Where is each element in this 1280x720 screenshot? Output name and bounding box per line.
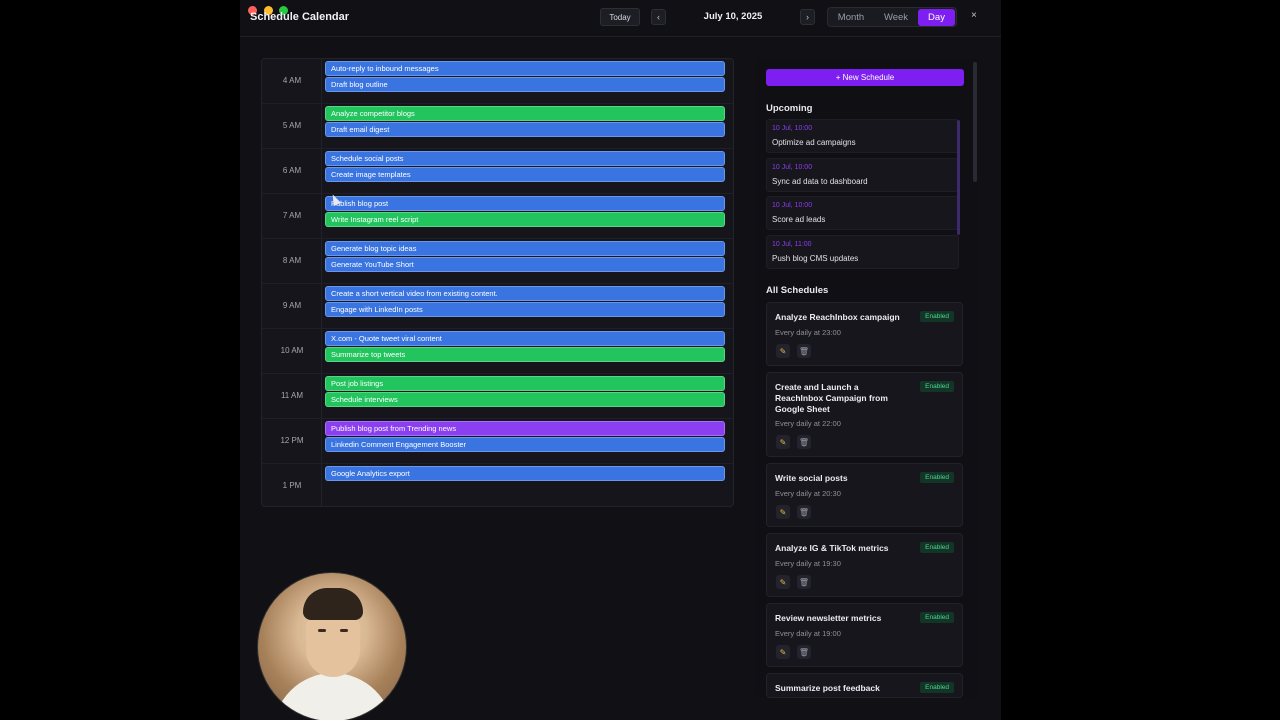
calendar-event[interactable]: Summarize top tweets: [325, 347, 725, 362]
edit-icon[interactable]: ✎: [776, 435, 790, 449]
schedule-frequency: Every daily at 19:30: [775, 559, 841, 568]
calendar-event[interactable]: Engage with LinkedIn posts: [325, 302, 725, 317]
upcoming-item[interactable]: 10 Jul, 10:00 Score ad leads: [766, 196, 959, 230]
calendar-event[interactable]: Create image templates: [325, 167, 725, 182]
view-switcher: Month Week Day: [827, 7, 957, 27]
calendar-event[interactable]: Schedule interviews: [325, 392, 725, 407]
view-month-tab[interactable]: Month: [830, 9, 872, 26]
trash-icon[interactable]: 🗑: [797, 344, 811, 358]
schedule-frequency: Every daily at 22:00: [775, 419, 841, 428]
calendar-event[interactable]: Linkedin Comment Engagement Booster: [325, 437, 725, 452]
app-title: Schedule Calendar: [250, 11, 350, 23]
calendar-event[interactable]: Generate blog topic ideas: [325, 241, 725, 256]
view-week-tab[interactable]: Week: [875, 9, 917, 26]
schedule-name: Analyze ReachInbox campaign: [775, 312, 900, 322]
calendar-event[interactable]: X.com - Quote tweet viral content: [325, 331, 725, 346]
all-schedules-heading: All Schedules: [766, 285, 829, 296]
schedule-name: Create and Launch a ReachInbox Campaign …: [775, 382, 888, 414]
today-button[interactable]: Today: [600, 8, 640, 26]
edit-icon[interactable]: ✎: [776, 575, 790, 589]
schedule-name: Analyze IG & TikTok metrics: [775, 543, 889, 553]
edit-icon[interactable]: ✎: [776, 645, 790, 659]
status-badge: Enabled: [920, 472, 954, 483]
upcoming-scrollbar[interactable]: [957, 120, 960, 235]
status-badge: Enabled: [920, 311, 954, 322]
hour-label: 4 AM: [282, 76, 302, 85]
hour-label: 9 AM: [282, 301, 302, 310]
schedule-name: Write social posts: [775, 473, 848, 483]
schedule-card[interactable]: Review newsletter metrics Enabled Every da…: [766, 603, 963, 667]
hour-label: 8 AM: [282, 256, 302, 265]
close-icon[interactable]: ×: [971, 10, 977, 21]
calendar-event[interactable]: Schedule social posts: [325, 151, 725, 166]
status-badge: Enabled: [920, 542, 954, 553]
schedule-card[interactable]: Create and Launch a ReachInbox Campaign …: [766, 372, 963, 457]
upcoming-time: 10 Jul, 10:00: [772, 163, 813, 171]
chevron-right-icon[interactable]: ›: [800, 9, 815, 25]
calendar-event[interactable]: Draft email digest: [325, 122, 725, 137]
edit-icon[interactable]: ✎: [776, 344, 790, 358]
calendar-event[interactable]: Generate YouTube Short: [325, 257, 725, 272]
schedule-frequency: Every daily at 19:00: [775, 629, 841, 638]
upcoming-title: Sync ad data to dashboard: [772, 176, 868, 186]
calendar-event[interactable]: Auto-reply to inbound messages: [325, 61, 725, 76]
calendar-event[interactable]: Draft blog outline: [325, 77, 725, 92]
schedule-frequency: Every daily at 20:30: [775, 489, 841, 498]
schedule-card[interactable]: Analyze IG & TikTok metrics Enabled Every …: [766, 533, 963, 597]
schedule-frequency: Every daily at 23:00: [775, 328, 841, 337]
schedule-card[interactable]: Write social posts Enabled Every daily at …: [766, 463, 963, 527]
trash-icon[interactable]: 🗑: [797, 575, 811, 589]
upcoming-item[interactable]: 10 Jul, 10:00 Sync ad data to dashboard: [766, 157, 959, 192]
hour-label: 10 AM: [280, 346, 304, 355]
current-date: July 10, 2025: [703, 11, 763, 22]
view-day-tab[interactable]: Day: [918, 9, 955, 26]
calendar-event[interactable]: Google Analytics export: [325, 466, 725, 481]
upcoming-time: 10 Jul, 11:00: [772, 240, 812, 248]
hour-label: 7 AM: [282, 211, 302, 220]
trash-icon[interactable]: 🗑: [797, 505, 811, 519]
calendar-event[interactable]: Publish blog post from Trending news: [325, 421, 725, 436]
hour-label: 1 PM: [282, 481, 302, 490]
schedule-name: Summarize post feedback: [775, 683, 880, 693]
new-schedule-button[interactable]: + New Schedule: [766, 69, 964, 86]
sidebar-scrollbar[interactable]: [973, 62, 977, 182]
webcam-overlay: [257, 572, 407, 720]
calendar-event[interactable]: Publish blog post: [325, 196, 725, 211]
schedule-card[interactable]: Analyze ReachInbox campaign Enabled Every …: [766, 302, 963, 366]
status-badge: Enabled: [920, 682, 954, 693]
status-badge: Enabled: [920, 612, 954, 623]
calendar-event[interactable]: Analyze competitor blogs: [325, 106, 725, 121]
upcoming-item[interactable]: 10 Jul, 11:00 Push blog CMS updates: [766, 234, 959, 269]
upcoming-title: Optimize ad campaigns: [772, 138, 856, 147]
hour-label: 5 AM: [282, 121, 302, 130]
schedule-name: Review newsletter metrics: [775, 613, 882, 623]
upcoming-time: 10 Jul, 10:00: [772, 125, 813, 132]
edit-icon[interactable]: ✎: [776, 505, 790, 519]
upcoming-title: Score ad leads: [772, 215, 826, 224]
status-badge: Enabled: [920, 381, 954, 392]
upcoming-heading: Upcoming: [766, 103, 813, 114]
hour-label: 11 AM: [280, 391, 304, 400]
upcoming-time: 10 Jul, 10:00: [772, 202, 813, 209]
upcoming-item[interactable]: 10 Jul, 10:00 Optimize ad campaigns: [766, 119, 959, 153]
calendar-event[interactable]: Write Instagram reel script: [325, 212, 725, 227]
hour-label: 12 PM: [280, 436, 304, 445]
chevron-left-icon[interactable]: ‹: [651, 9, 666, 25]
hour-label: 6 AM: [282, 166, 302, 175]
trash-icon[interactable]: 🗑: [797, 435, 811, 449]
calendar-event[interactable]: Post job listings: [325, 376, 725, 391]
upcoming-title: Push blog CMS updates: [772, 253, 859, 263]
schedule-card[interactable]: Summarize post feedback Enabled: [766, 673, 963, 698]
trash-icon[interactable]: 🗑: [797, 645, 811, 659]
calendar-event[interactable]: Create a short vertical video from exist…: [325, 286, 725, 301]
